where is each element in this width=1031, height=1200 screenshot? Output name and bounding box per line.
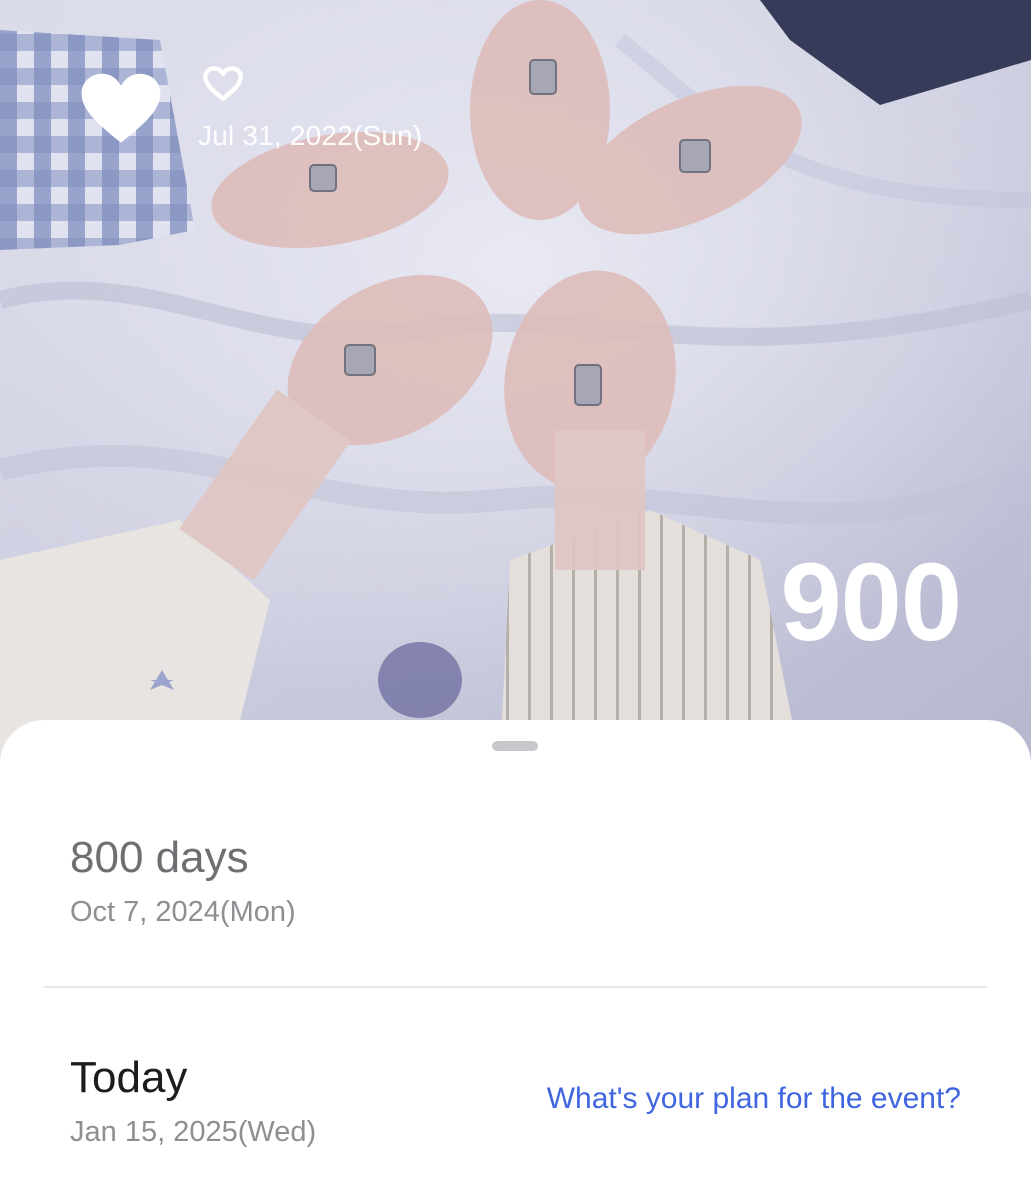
hero-photo-area[interactable]: Jul 31, 2022(Sun) 900 (0, 0, 1031, 760)
day-counter: 900 (780, 541, 962, 664)
event-row-milestone[interactable]: 800 days Oct 7, 2024(Mon) (70, 836, 296, 929)
add-event-plan-link[interactable]: What's your plan for the event? (547, 1082, 961, 1116)
event-title: Today (70, 1053, 188, 1102)
favorite-heart-icon[interactable] (80, 72, 162, 146)
events-bottom-sheet[interactable]: 800 days Oct 7, 2024(Mon) Today Jan 15, … (0, 720, 1031, 1200)
start-date-label: Jul 31, 2022(Sun) (198, 120, 423, 151)
row-divider (44, 986, 987, 988)
event-date: Jan 15, 2025(Wed) (70, 1116, 317, 1148)
event-date: Oct 7, 2024(Mon) (70, 896, 296, 928)
event-title: 800 days (70, 833, 249, 882)
heart-outline-icon[interactable] (202, 66, 244, 102)
app-screen: Jul 31, 2022(Sun) 900 800 days Oct 7, 20… (0, 0, 1031, 1200)
sheet-grabber-handle[interactable] (492, 741, 538, 751)
event-row-today[interactable]: Today Jan 15, 2025(Wed) (70, 1056, 316, 1149)
